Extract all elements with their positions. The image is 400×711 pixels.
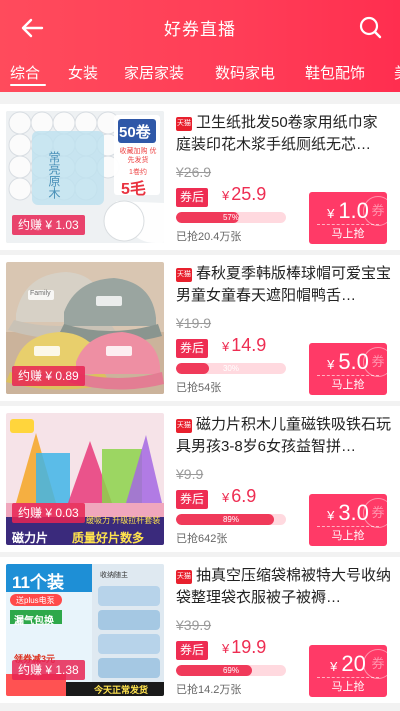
thumb-guarantee: 漏气包换 [14,616,54,627]
product-info: 天猫 春秋夏季韩版棒球帽可爱宝宝男童女童春天遮阳帽鸭舌… ¥19.9 券后 ¥14… [176,263,392,394]
earn-badge: 约赚 ¥ 1.38 [12,660,85,680]
product-card[interactable]: 缓吸力 升级拉杆套装 磁力片 质量好片数多 约赚 ¥ 0.03 天猫 磁力片积木儿… [0,406,400,552]
earn-badge: 约赚 ¥ 0.89 [12,366,85,386]
after-coupon-tag: 券后 [176,641,209,660]
product-title[interactable]: 天猫 卫生纸批发50卷家用纸巾家庭装印花木浆手纸厕纸无芯… [176,112,392,156]
tab-digital[interactable]: 数码家电 [215,62,275,83]
page-title: 好券直播 [164,20,236,39]
category-tabs: 综合 女装 家居家装 数码家电 鞋包配饰 美 [0,56,400,90]
claimed-progress-bar: 30% [176,363,286,374]
top-bar: 好券直播 [0,0,400,54]
claimed-progress-bar: 57% [176,212,286,223]
sold-count: 已抢14.2万张 [176,684,242,696]
product-info: 天猫 抽真空压缩袋棉被特大号收纳袋整理袋衣服被子被褥… ¥39.9 券后 ¥19.… [176,565,392,696]
grab-label: 马上抢 [331,379,365,391]
product-image[interactable]: Family 约赚 ¥ 0.89 [6,262,164,394]
tab-beauty[interactable]: 美 [394,62,400,83]
product-card[interactable]: 50卷 常亮原木 收藏加购 优先发货 1卷约 5毛 约赚 ¥ 1.03 天猫 卫生… [0,104,400,250]
tmall-badge: 天猫 [176,117,192,131]
product-image[interactable]: 缓吸力 升级拉杆套装 磁力片 质量好片数多 约赚 ¥ 0.03 [6,413,164,545]
grab-coupon-button[interactable]: ¥1.0 券 马上抢 [309,192,387,244]
earn-badge: 约赚 ¥ 0.03 [12,503,85,523]
thumb-label: Family [30,290,51,297]
coupon-price: ¥6.9 [222,486,257,506]
after-coupon-tag: 券后 [176,188,209,207]
thumb-gift: 送plus电泵 [16,596,55,605]
thumb-slogan: 质量好片数多 [72,531,145,545]
sold-count: 已抢20.4万张 [176,231,242,243]
tab-home[interactable]: 家居家装 [124,62,184,83]
grab-coupon-button[interactable]: ¥3.0 券 马上抢 [309,494,387,546]
thumb-label: 磁力片 [12,531,49,545]
product-image[interactable]: 50卷 常亮原木 收藏加购 优先发货 1卷约 5毛 约赚 ¥ 1.03 [6,111,164,243]
grab-label: 马上抢 [331,681,365,693]
original-price: ¥39.9 [176,617,212,633]
thumb-note: 收藏加购 优先发货 [119,148,157,164]
tab-all[interactable]: 综合 [10,62,40,83]
product-info: 天猫 卫生纸批发50卷家用纸巾家庭装印花木浆手纸厕纸无芯… ¥26.9 券后 ¥2… [176,112,392,243]
original-price: ¥26.9 [176,164,212,180]
coupon-stamp-icon: 券 [363,649,387,679]
claimed-progress-bar: 69% [176,665,286,676]
product-card[interactable]: Family 约赚 ¥ 0.89 天猫 春秋夏季韩版棒球帽可爱宝宝男童女童春天遮阳… [0,255,400,401]
product-title[interactable]: 天猫 抽真空压缩袋棉被特大号收纳袋整理袋衣服被子被褥… [176,565,392,609]
original-price: ¥9.9 [176,466,204,482]
thumb-note: 缓吸力 升级拉杆套装 [86,516,161,525]
thumb-shipping: 今天正常发货 [94,685,149,695]
grab-coupon-button[interactable]: ¥5.0 券 马上抢 [309,343,387,395]
grab-label: 马上抢 [331,530,365,542]
thumb-brand: 收纳随主 [100,572,128,579]
product-info: 天猫 磁力片积木儿童磁铁吸铁石玩具男孩3-8岁6女孩益智拼… ¥9.9 券后 ¥6… [176,414,392,545]
tmall-badge: 天猫 [176,268,192,282]
search-icon[interactable] [358,15,382,39]
tmall-badge: 天猫 [176,419,192,433]
product-card[interactable]: 11个装 送plus电泵 漏气包换 领券减3元 收纳随主 今天正常发货 约赚 ¥… [0,557,400,703]
grab-label: 马上抢 [331,228,365,240]
coupon-stamp-icon: 券 [363,347,387,377]
tmall-badge: 天猫 [176,570,192,584]
thumb-label: 50卷 [119,124,151,141]
product-title[interactable]: 天猫 春秋夏季韩版棒球帽可爱宝宝男童女童春天遮阳帽鸭舌… [176,263,392,307]
coupon-price: ¥19.9 [222,637,267,657]
active-tab-indicator [10,84,46,86]
tab-shoes-bags[interactable]: 鞋包配饰 [305,62,365,83]
claimed-progress-bar: 89% [176,514,286,525]
grab-coupon-button[interactable]: ¥20 券 马上抢 [309,645,387,697]
sold-count: 已抢54张 [176,382,222,394]
coupon-price: ¥14.9 [222,335,267,355]
header-bar: 好券直播 综合 女装 家居家装 数码家电 鞋包配饰 美 [0,0,400,92]
product-title[interactable]: 天猫 磁力片积木儿童磁铁吸铁石玩具男孩3-8岁6女孩益智拼… [176,414,392,458]
product-image[interactable]: 11个装 送plus电泵 漏气包换 领券减3元 收纳随主 今天正常发货 约赚 ¥… [6,564,164,696]
thumb-label: 11个装 [12,573,64,592]
thumb-price-label: 5毛 [121,181,146,198]
tab-women[interactable]: 女装 [68,62,98,83]
coupon-price: ¥25.9 [222,184,267,204]
sold-count: 已抢642张 [176,533,228,545]
coupon-stamp-icon: 券 [363,498,387,528]
coupon-stamp-icon: 券 [363,196,387,226]
after-coupon-tag: 券后 [176,339,209,358]
after-coupon-tag: 券后 [176,490,209,509]
thumb-brand: 常亮原木 [47,151,61,199]
original-price: ¥19.9 [176,315,212,331]
earn-badge: 约赚 ¥ 1.03 [12,215,85,235]
